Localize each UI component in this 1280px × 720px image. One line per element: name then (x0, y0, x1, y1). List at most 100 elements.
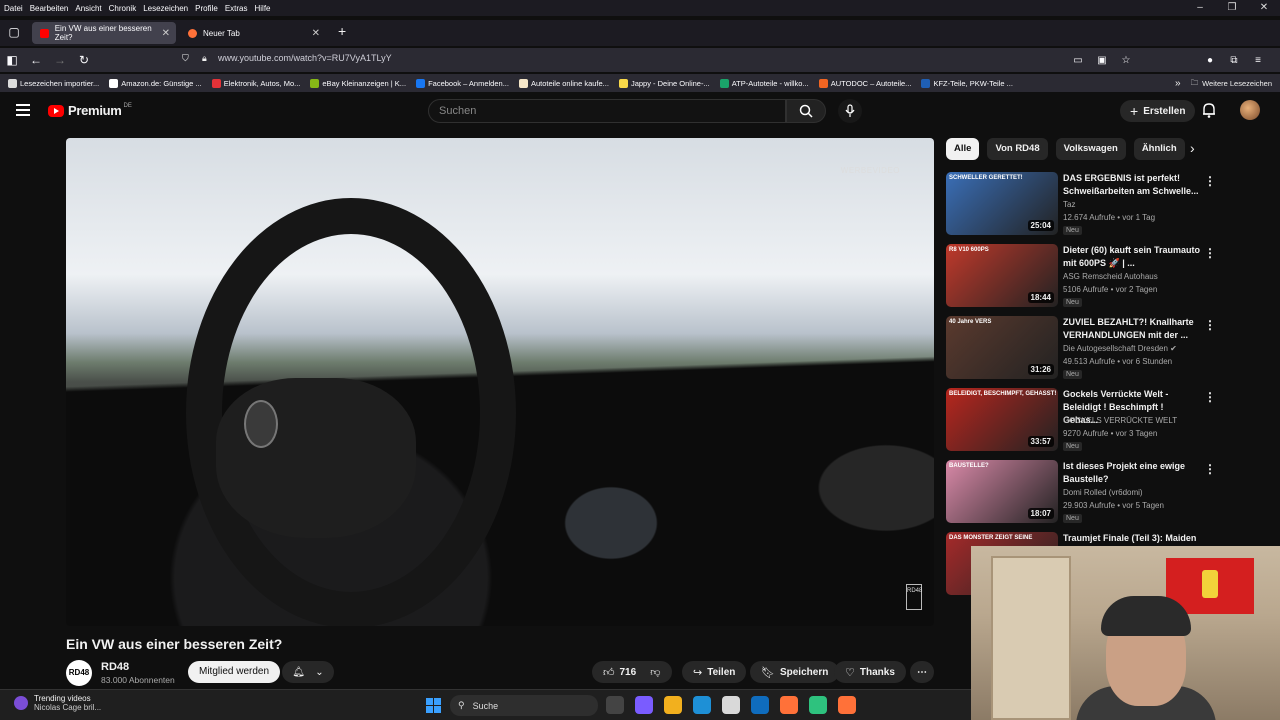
tab-new[interactable]: Neuer Tab ✕ (180, 22, 326, 44)
recommendation-item[interactable]: BELEIDIGT, BESCHIMPFT, GEHASST! 33:57 Gock… (946, 388, 1226, 452)
bookmark-item[interactable]: KFZ-Teile, PKW-Teile ... (921, 78, 1013, 88)
bookmark-item[interactable]: Facebook – Anmelden... (416, 78, 509, 88)
firefox-icon[interactable] (780, 696, 798, 714)
menu-ansicht[interactable]: Ansicht (75, 4, 101, 13)
more-vert-icon[interactable]: ⋮ (1204, 246, 1216, 260)
file-explorer-icon[interactable] (664, 696, 682, 714)
menu-lesezeichen[interactable]: Lesezeichen (143, 4, 188, 13)
more-vert-icon[interactable]: ⋮ (1204, 318, 1216, 332)
menu-datei[interactable]: Datei (4, 4, 23, 13)
bookmark-star-icon[interactable]: ☆ (1114, 55, 1138, 66)
menu-icon[interactable]: ≡ (1246, 55, 1270, 66)
tab-video[interactable]: Ein VW aus einer besseren Zeit? ✕ (32, 22, 176, 44)
video-thumbnail[interactable]: BELEIDIGT, BESCHIMPFT, GEHASST! 33:57 (946, 388, 1058, 451)
recommendation-item[interactable]: BAUSTELLE? 18:07 Ist dieses Projekt eine e… (946, 460, 1226, 524)
bookmark-item[interactable]: Jappy - Deine Online-... (618, 78, 710, 88)
recommendation-title[interactable]: Traumjet Finale (Teil 3): Maiden (1063, 532, 1201, 545)
recommendation-item[interactable]: 40 Jahre VERS 31:26 ZUVIEL BEZAHLT?! Knall… (946, 316, 1226, 380)
recommendation-title[interactable]: Ist dieses Projekt eine ewige Baustelle? (1063, 460, 1201, 486)
chip-from-channel[interactable]: Von RD48 (987, 138, 1048, 160)
menu-chronik[interactable]: Chronik (109, 4, 137, 13)
bookmark-item[interactable]: Elektronik, Autos, Mo... (211, 78, 300, 88)
recommendation-channel[interactable]: ASG Remscheid Autohaus (1063, 272, 1158, 281)
recommendation-title[interactable]: ZUVIEL BEZAHLT?! Knallharte VERHANDLUNGE… (1063, 316, 1201, 342)
microphone-button[interactable] (838, 99, 862, 123)
bookmark-item[interactable]: eBay Kleinanzeigen | K... (310, 78, 406, 88)
thumbs-up-icon[interactable]: 👍︎ (603, 666, 615, 679)
like-count[interactable]: 716 (620, 667, 637, 678)
sidebar-toggle-icon[interactable]: ◧ (0, 53, 24, 67)
more-actions-button[interactable]: ⋯ (910, 661, 934, 683)
close-tab-icon[interactable]: ✕ (312, 28, 320, 39)
bookmark-item[interactable]: Amazon.de: Günstige ... (109, 78, 202, 88)
create-button[interactable]: + Erstellen (1120, 100, 1196, 122)
mail-icon[interactable] (751, 696, 769, 714)
windows-start-icon[interactable] (426, 698, 441, 713)
close-window-button[interactable]: ✕ (1248, 0, 1280, 16)
search-input[interactable]: Suchen (428, 99, 786, 123)
channel-watermark[interactable]: RD48 (906, 584, 922, 610)
bookmark-item[interactable]: Lesezeichen importier... (8, 78, 99, 88)
menu-hilfe[interactable]: Hilfe (254, 4, 270, 13)
channel-avatar[interactable]: RD48 (66, 660, 92, 686)
join-button[interactable]: Mitglied werden (188, 661, 281, 683)
reload-icon[interactable]: ↻ (72, 53, 96, 67)
trending-widget[interactable]: Trending videos Nicolas Cage bril... (14, 694, 101, 712)
close-tab-icon[interactable]: ✕ (162, 28, 170, 39)
thanks-button[interactable]: ♡ Thanks (834, 661, 906, 683)
app-icon[interactable] (809, 696, 827, 714)
bookmark-item[interactable]: Autoteile online kaufe... (518, 78, 609, 88)
hamburger-menu-icon[interactable] (16, 104, 30, 116)
task-view-icon[interactable] (606, 696, 624, 714)
chip-all[interactable]: Alle (946, 138, 980, 160)
chip-similar[interactable]: Ähnlich (1133, 138, 1185, 160)
thumbs-down-icon[interactable]: 👎︎ (650, 666, 660, 678)
taskbar-search[interactable]: ⚲ Suche (450, 695, 598, 716)
video-thumbnail[interactable]: R8 V10 600PS 18:44 (946, 244, 1058, 307)
bookmark-item[interactable]: ATP-Autoteile - willko... (719, 78, 809, 88)
bookmark-item[interactable]: AUTODOC – Autoteile... (818, 78, 911, 88)
more-vert-icon[interactable]: ⋮ (1204, 174, 1216, 188)
recommendation-channel[interactable]: Domi Rolled (vr6domi) (1063, 488, 1143, 497)
menu-extras[interactable]: Extras (225, 4, 248, 13)
pip-icon[interactable]: ▣ (1090, 55, 1114, 66)
share-button[interactable]: ↪ Teilen (682, 661, 747, 683)
new-tab-button[interactable]: + (338, 23, 346, 39)
recommendation-title[interactable]: Dieter (60) kauft sein Traumauto mit 600… (1063, 244, 1201, 270)
chevron-right-icon[interactable]: › (1190, 140, 1195, 156)
other-bookmarks-button[interactable]: Weitere Lesezeichen (1202, 79, 1272, 88)
video-thumbnail[interactable]: 40 Jahre VERS 31:26 (946, 316, 1058, 379)
menu-profile[interactable]: Profile (195, 4, 218, 13)
avatar[interactable] (1240, 100, 1260, 120)
recommendation-title[interactable]: DAS ERGEBNIS ist perfekt! Schweißarbeite… (1063, 172, 1201, 198)
recommendation-item[interactable]: SCHWELLER GERETTET! 25:04 DAS ERGEBNIS ist… (946, 172, 1226, 236)
search-button[interactable] (786, 99, 826, 123)
recommendation-channel[interactable]: Die Autogesellschaft Dresden ✔ (1063, 344, 1177, 353)
tab-list-icon[interactable]: ▢ (2, 25, 26, 39)
extensions-icon[interactable]: ⧉ (1222, 55, 1246, 66)
more-vert-icon[interactable]: ⋮ (1204, 462, 1216, 476)
firefox-active-icon[interactable] (838, 696, 856, 714)
video-player[interactable]: WERBEVIDEO RD48 (66, 138, 934, 626)
lock-icon[interactable]: 🔒︎ (202, 53, 207, 64)
bookmarks-more-button[interactable]: » (1175, 78, 1181, 89)
store-icon[interactable] (722, 696, 740, 714)
more-vert-icon[interactable]: ⋮ (1204, 390, 1216, 404)
account-icon[interactable]: ● (1198, 55, 1222, 66)
recommendation-channel[interactable]: GOCKELS VERRÜCKTE WELT (1063, 416, 1177, 425)
forward-icon[interactable]: → (48, 53, 72, 67)
reader-view-icon[interactable]: ▭ (1066, 55, 1090, 66)
recommendation-channel[interactable]: Taz (1063, 200, 1075, 209)
shield-icon[interactable]: ⛉ (182, 53, 189, 64)
channel-name[interactable]: RD48 (101, 661, 129, 673)
video-thumbnail[interactable]: BAUSTELLE? 18:07 (946, 460, 1058, 523)
chip-volkswagen[interactable]: Volkswagen (1055, 138, 1126, 160)
minimize-button[interactable]: – (1184, 0, 1216, 16)
back-icon[interactable]: ← (24, 53, 48, 67)
edge-icon[interactable] (693, 696, 711, 714)
youtube-logo[interactable]: Premium DE (48, 103, 132, 118)
url-field[interactable]: www.youtube.com/watch?v=RU7VyA1TLyY (218, 53, 392, 63)
save-button[interactable]: 🔖︎ Speichern (750, 661, 840, 683)
recommendation-item[interactable]: R8 V10 600PS 18:44 Dieter (60) kauft sein … (946, 244, 1226, 308)
bell-icon[interactable] (1202, 102, 1216, 118)
